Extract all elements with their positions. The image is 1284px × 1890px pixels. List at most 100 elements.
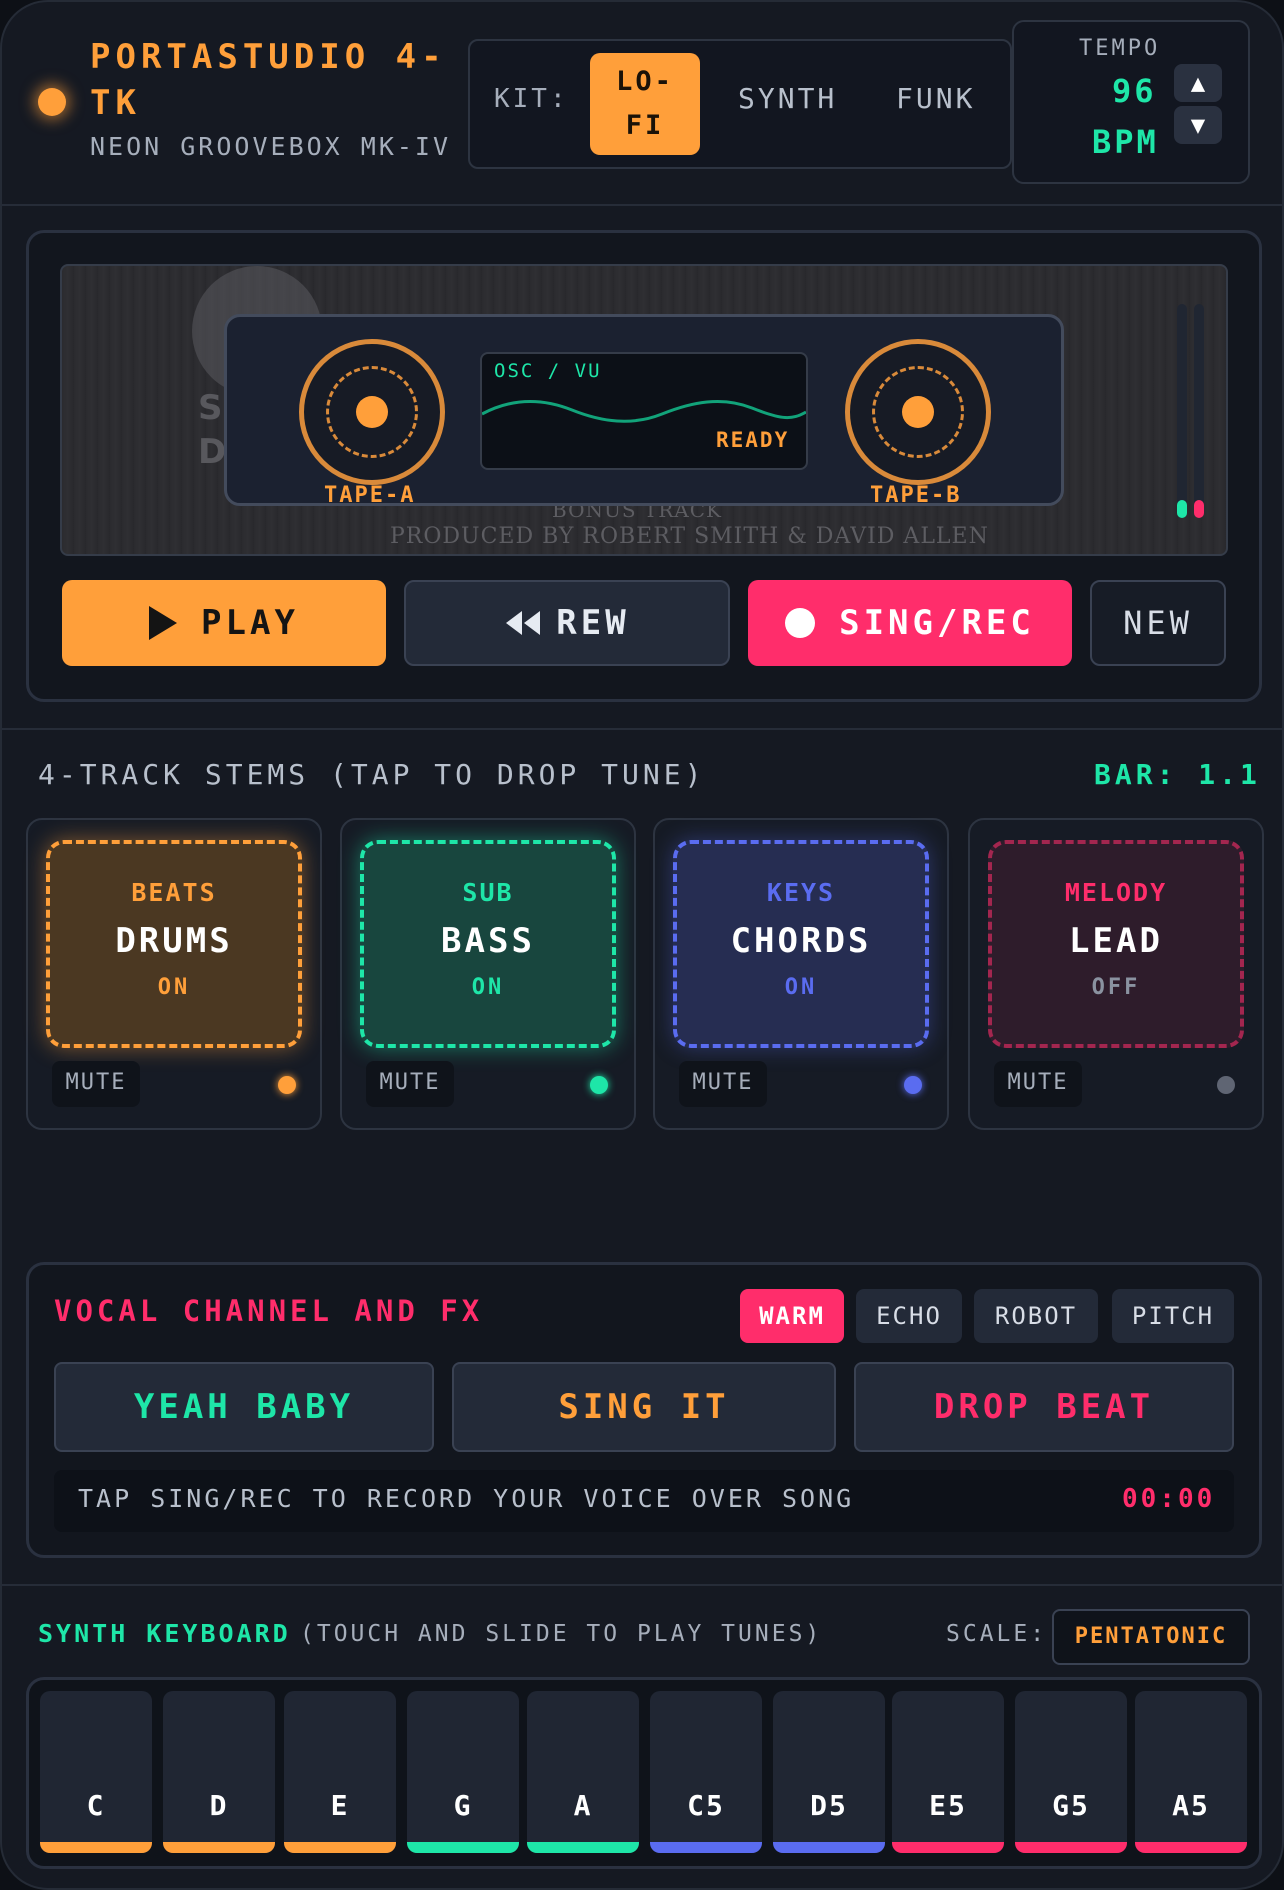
key-color-bar [650, 1842, 762, 1853]
stem-name: LEAD [1069, 921, 1163, 961]
key-label: D5 [810, 1789, 848, 1822]
key-e5[interactable]: E5 [892, 1691, 1004, 1853]
groovebox-app: PORTASTUDIO 4-TK NEON GROOVEBOX MK-IV KI… [0, 0, 1284, 1890]
kit-label: KIT: [494, 84, 569, 114]
key-g[interactable]: G [407, 1691, 519, 1853]
keyboard-subtitle: (TOUCH AND SLIDE TO PLAY TUNES) [300, 1621, 823, 1647]
stem-pad-lead[interactable]: MELODY LEAD OFF [988, 840, 1244, 1048]
oscilloscope-label: OSC / VU [494, 360, 602, 382]
rewind-icon [506, 611, 541, 635]
play-label: PLAY [201, 603, 299, 643]
key-color-bar [1135, 1842, 1247, 1853]
key-label: A5 [1172, 1789, 1210, 1822]
stem-pad-chords[interactable]: KEYS CHORDS ON [673, 840, 929, 1048]
key-color-bar [40, 1842, 152, 1853]
kit-option-lofi[interactable]: LO- FI [590, 53, 700, 155]
key-label: E5 [929, 1789, 967, 1822]
tempo-unit: BPM [1092, 123, 1159, 161]
scale-selector[interactable]: PENTATONIC [1052, 1609, 1250, 1665]
key-color-bar [773, 1842, 885, 1853]
chevron-up-icon: ▲ [1190, 69, 1206, 97]
header-divider [2, 204, 1282, 206]
chevron-down-icon: ▼ [1190, 111, 1206, 139]
vu-level-left [1177, 500, 1187, 518]
play-icon [149, 606, 178, 640]
tape-a-reel [299, 339, 445, 485]
kit-option-funk[interactable]: FUNK [896, 82, 975, 115]
key-c[interactable]: C [40, 1691, 152, 1853]
key-label: A [573, 1789, 593, 1822]
key-label: G5 [1052, 1789, 1090, 1822]
phrase-yeah-baby[interactable]: YEAH BABY [54, 1362, 434, 1452]
key-e[interactable]: E [284, 1691, 396, 1853]
key-a[interactable]: A [527, 1691, 639, 1853]
play-button[interactable]: PLAY [62, 580, 386, 666]
scale-label: SCALE: [946, 1621, 1048, 1647]
key-g5[interactable]: G5 [1015, 1691, 1127, 1853]
stem-status-dot [904, 1076, 922, 1094]
tape-b-reel [845, 339, 991, 485]
kit-option-synth[interactable]: SYNTH [738, 82, 837, 115]
tape-a-label: TAPE-A [324, 483, 416, 508]
recording-timer: 00:00 [1122, 1484, 1216, 1514]
stem-state: ON [157, 975, 191, 1000]
tempo-value: 96 [1112, 72, 1157, 110]
keyboard-title: SYNTH KEYBOARD [38, 1619, 291, 1648]
key-color-bar [892, 1842, 1004, 1853]
key-label: D [209, 1789, 229, 1822]
mute-button-bass[interactable]: MUTE [366, 1061, 454, 1107]
key-a5[interactable]: A5 [1135, 1691, 1247, 1853]
vocal-divider [2, 1584, 1282, 1586]
rewind-button[interactable]: REW [404, 580, 730, 666]
key-label: E [330, 1789, 350, 1822]
stem-category: KEYS [766, 878, 836, 907]
tempo-down-button[interactable]: ▼ [1174, 106, 1222, 144]
mute-button-lead[interactable]: MUTE [994, 1061, 1082, 1107]
fx-robot[interactable]: ROBOT [974, 1289, 1098, 1343]
stem-state: ON [784, 975, 818, 1000]
stem-pad-bass[interactable]: SUB BASS ON [360, 840, 616, 1048]
record-dot-icon [785, 608, 816, 638]
stem-pad-drums[interactable]: BEATS DRUMS ON [46, 840, 302, 1048]
stem-state: ON [471, 975, 505, 1000]
sing-record-label: SING/REC [839, 603, 1035, 643]
new-button[interactable]: NEW [1090, 580, 1226, 666]
album-art-line: PRODUCED BY ROBERT SMITH & DAVID ALLEN [390, 524, 989, 549]
stem-category: MELODY [1064, 878, 1168, 907]
vu-level-right [1194, 500, 1204, 518]
phrase-sing-it[interactable]: SING IT [452, 1362, 836, 1452]
app-title: PORTASTUDIO 4-TK [90, 37, 447, 123]
tape-b-label: TAPE-B [870, 483, 962, 508]
fx-pitch[interactable]: PITCH [1112, 1289, 1234, 1343]
mute-button-chords[interactable]: MUTE [679, 1061, 767, 1107]
fx-warm[interactable]: WARM [740, 1289, 844, 1343]
tempo-up-button[interactable]: ▲ [1174, 64, 1222, 102]
power-led [38, 88, 66, 116]
album-art-fragment: S [198, 388, 223, 428]
stem-status-dot [590, 1076, 608, 1094]
sing-record-button[interactable]: SING/REC [748, 580, 1072, 666]
tempo-label: TEMPO [1079, 36, 1161, 61]
mute-button-drums[interactable]: MUTE [52, 1061, 140, 1107]
vu-meter-left [1177, 304, 1187, 518]
new-label: NEW [1123, 604, 1193, 642]
stem-name: CHORDS [730, 921, 872, 961]
key-color-bar [527, 1842, 639, 1853]
phrase-drop-beat[interactable]: DROP BEAT [854, 1362, 1234, 1452]
deck-divider [2, 728, 1282, 730]
key-color-bar [163, 1842, 275, 1853]
recording-hint: TAP SING/REC TO RECORD YOUR VOICE OVER S… [78, 1484, 855, 1513]
stem-category: SUB [462, 878, 514, 907]
vu-meter-right [1194, 304, 1204, 518]
vocal-title: VOCAL CHANNEL AND FX [54, 1294, 484, 1328]
stem-status-dot [278, 1076, 296, 1094]
key-d[interactable]: D [163, 1691, 275, 1853]
stem-state: OFF [1091, 975, 1141, 1000]
bar-position: BAR: 1.1 [1094, 758, 1261, 791]
key-d5[interactable]: D5 [773, 1691, 885, 1853]
key-label: C5 [687, 1789, 725, 1822]
key-c5[interactable]: C5 [650, 1691, 762, 1853]
deck-status: READY [716, 428, 790, 452]
key-label: G [453, 1789, 473, 1822]
fx-echo[interactable]: ECHO [856, 1289, 962, 1343]
